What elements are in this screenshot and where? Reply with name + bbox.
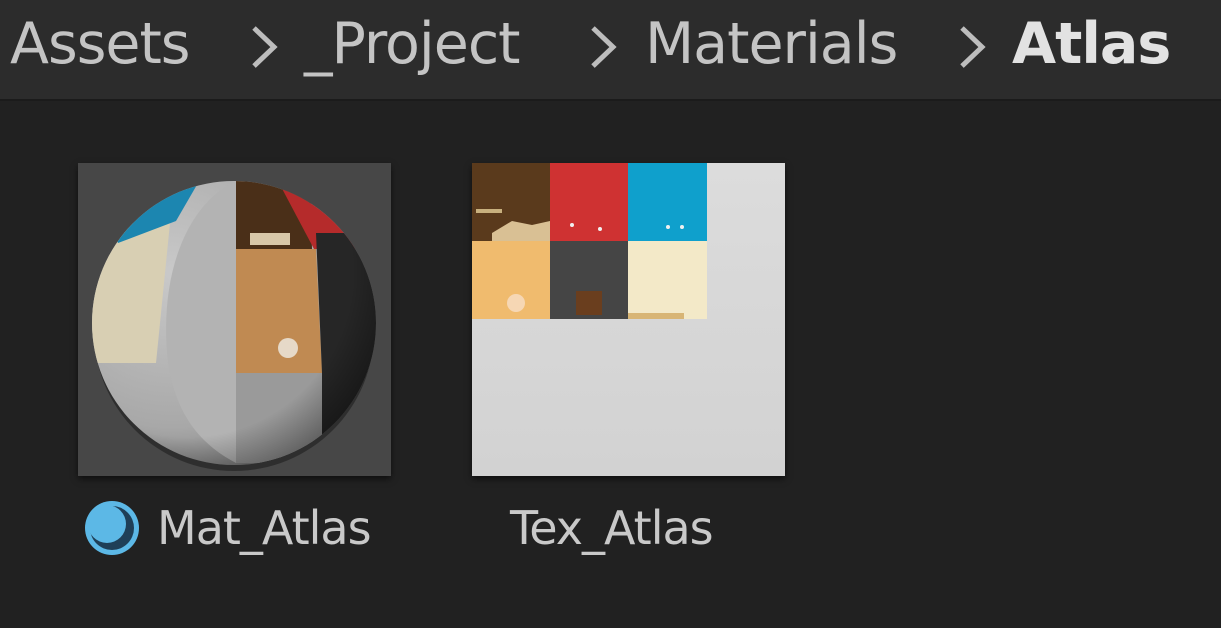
material-sphere-preview [92,181,376,471]
material-thumbnail[interactable] [78,163,391,476]
asset-label-tex-atlas[interactable]: Tex_Atlas [510,498,714,558]
texture-atlas-preview [472,163,707,319]
breadcrumb-item-project[interactable]: _Project [304,10,521,78]
breadcrumb-item-assets[interactable]: Assets [10,10,191,78]
chevron-right-icon [583,22,623,72]
breadcrumb-item-materials[interactable]: Materials [645,10,898,78]
chevron-right-icon [244,22,284,72]
chevron-right-icon [952,22,992,72]
material-sphere-icon [82,498,142,558]
asset-label-mat-atlas[interactable]: Mat_Atlas [157,498,372,558]
breadcrumb-item-atlas[interactable]: Atlas [1012,10,1171,78]
breadcrumb: Assets _Project Materials Atlas [0,0,1221,101]
texture-thumbnail[interactable] [472,163,785,476]
